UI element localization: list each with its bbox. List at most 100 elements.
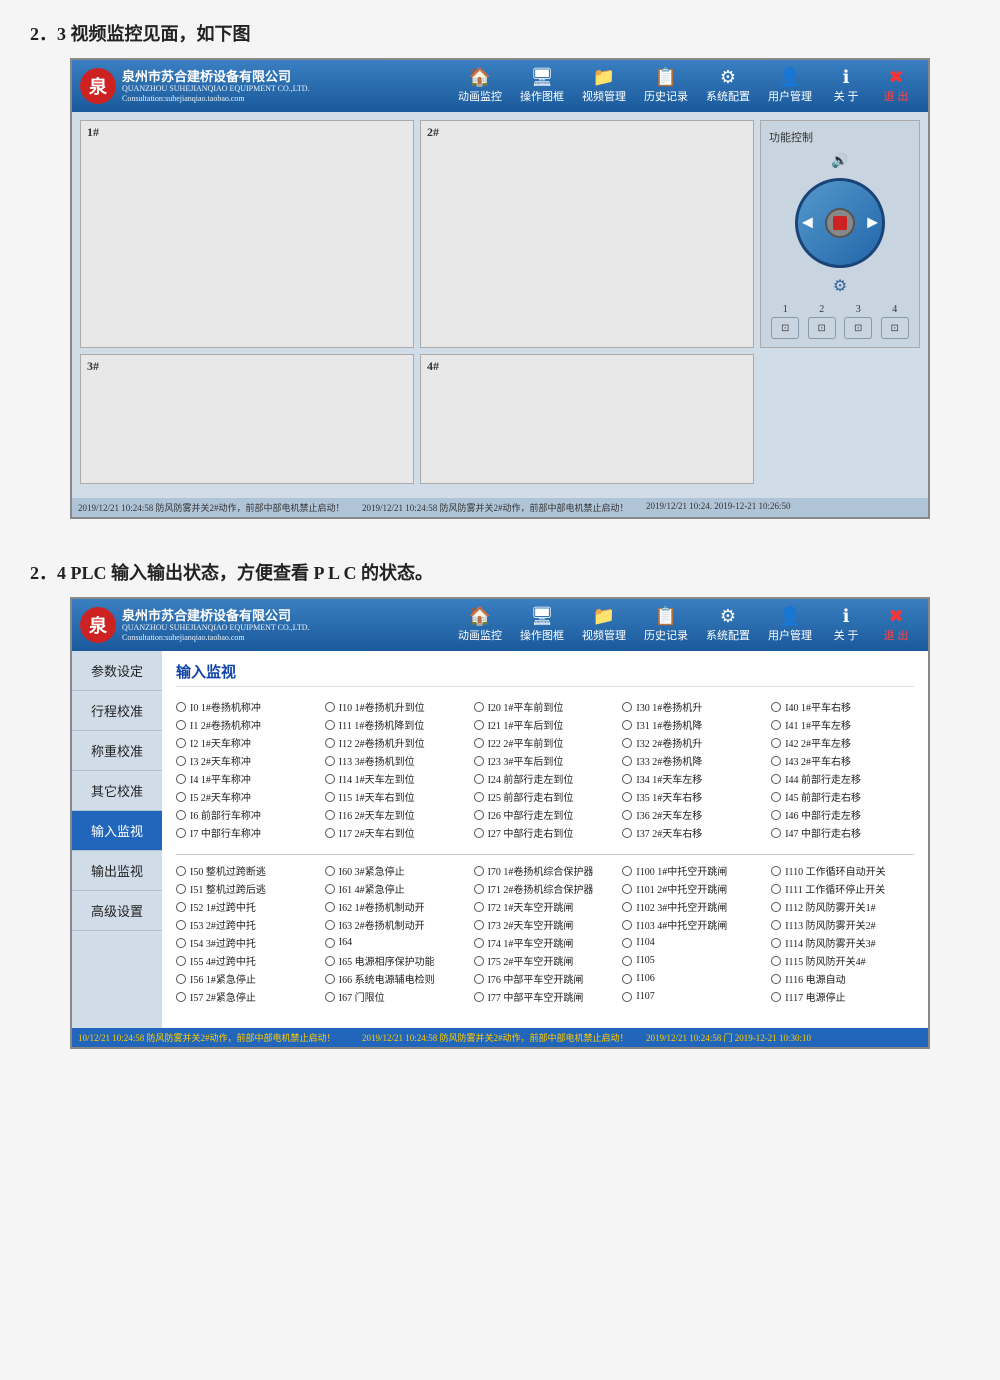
sidebar-item-advanced[interactable]: 高级设置 xyxy=(72,891,162,931)
io-dot-I17 xyxy=(325,828,335,838)
io-item-I43: I43 2#平车右移 xyxy=(771,753,914,768)
plc-nav-history[interactable]: 📋历史记录 xyxy=(636,603,696,647)
nav-settings[interactable]: ⚙系统配置 xyxy=(698,64,758,108)
plc-nav-donghua[interactable]: 🏠动画监控 xyxy=(450,603,510,647)
user-icon: 👤 xyxy=(779,68,801,86)
cam-btn-3[interactable]: ⊡ xyxy=(844,317,872,339)
io-dot-I73 xyxy=(474,920,484,930)
nav-settings-label: 系统配置 xyxy=(706,88,750,104)
io-item-I26: I26 中部行走左到位 xyxy=(474,807,617,822)
io-dot-I57 xyxy=(176,992,186,1002)
io-dot-I105 xyxy=(622,956,632,966)
io-item-I111: I111 工作循环停止开关 xyxy=(771,881,914,896)
io-item-I71: I71 2#卷扬机综合保护器 xyxy=(474,881,617,896)
io-label-I55: I55 4#过跨中托 xyxy=(190,953,256,968)
io-item-I107: I107 xyxy=(622,989,765,1004)
io-item-I62: I62 1#卷扬机制动开 xyxy=(325,899,468,914)
io-dot-I75 xyxy=(474,956,484,966)
nav-video-label: 视频管理 xyxy=(582,88,626,104)
clipboard-icon: 📋 xyxy=(655,68,677,86)
io-label-I40: I40 1#平车右移 xyxy=(785,699,851,714)
sidebar-item-canshu[interactable]: 参数设定 xyxy=(72,651,162,691)
io-item-I65: I65 电源相序保护功能 xyxy=(325,953,468,968)
io-dot-I41 xyxy=(771,720,781,730)
nav-about[interactable]: ℹ关 于 xyxy=(822,64,870,108)
io-dot-I37 xyxy=(622,828,632,838)
io-label-I66: I66 系统电源辅电检则 xyxy=(339,971,435,986)
io-item-I51: I51 整机过跨后逃 xyxy=(176,881,319,896)
ptz-left-arrow[interactable]: ◀ xyxy=(802,215,813,232)
io-label-I113: I113 防风防雾开关2# xyxy=(785,917,875,932)
cam-btn-2[interactable]: ⊡ xyxy=(808,317,836,339)
io-label-I106: I106 xyxy=(636,973,654,984)
io-dot-I51 xyxy=(176,884,186,894)
io-dot-I40 xyxy=(771,702,781,712)
plc-nav-users[interactable]: 👤用户管理 xyxy=(760,603,820,647)
io-item-I0: I0 1#卷扬机称冲 xyxy=(176,699,319,714)
ptz-ring[interactable]: ◀ ▶ xyxy=(795,178,885,268)
io-dot-I53 xyxy=(176,920,186,930)
plc-nav-settings[interactable]: ⚙系统配置 xyxy=(698,603,758,647)
nav-history[interactable]: 📋 历史记录 xyxy=(636,64,696,108)
io-item-I41: I41 1#平车左移 xyxy=(771,717,914,732)
nav-users[interactable]: 👤用户管理 xyxy=(760,64,820,108)
io-label-I17: I17 2#天车右到位 xyxy=(339,825,415,840)
plc-monitor-window: 泉 泉州市苏合建桥设备有限公司 QUANZHOU SUHEJIANQIAO EQ… xyxy=(70,597,930,1049)
nav-video[interactable]: 📁视频管理 xyxy=(574,64,634,108)
sidebar-item-qita[interactable]: 其它校准 xyxy=(72,771,162,811)
nav-exit[interactable]: ✖退 出 xyxy=(872,64,920,108)
io-dot-I101 xyxy=(622,884,632,894)
sidebar-item-xingcheng[interactable]: 行程校准 xyxy=(72,691,162,731)
io-label-I56: I56 1#紧急停止 xyxy=(190,971,256,986)
video-panel-3: 3# xyxy=(80,354,414,484)
io-dot-I27 xyxy=(474,828,484,838)
io-label-I51: I51 整机过跨后逃 xyxy=(190,881,266,896)
plc-main: 输入监视 I0 1#卷扬机称冲I10 1#卷扬机升到位I20 1#平车前到位I3… xyxy=(162,651,928,1028)
io-label-I5: I5 2#天车称冲 xyxy=(190,789,251,804)
info-icon: ℹ xyxy=(843,68,850,86)
io-label-I101: I101 2#中托空开跳闸 xyxy=(636,881,727,896)
ptz-control[interactable]: ◀ ▶ xyxy=(795,178,885,268)
io-label-I4: I4 1#平车称冲 xyxy=(190,771,251,786)
sidebar-item-output[interactable]: 输出监视 xyxy=(72,851,162,891)
io-dot-I66 xyxy=(325,974,335,984)
io-item-I45: I45 前部行走右移 xyxy=(771,789,914,804)
cam-num-1: 1 xyxy=(783,304,788,315)
ptz-right-arrow[interactable]: ▶ xyxy=(867,215,878,232)
plc-nav-caozuo[interactable]: 🖥操作图框 xyxy=(512,603,572,647)
sidebar-item-chengzhong[interactable]: 称重校准 xyxy=(72,731,162,771)
io-label-I2: I2 1#天车称冲 xyxy=(190,735,251,750)
plc-nav-about-label: 关 于 xyxy=(834,627,859,643)
io-item-I102: I102 3#中托空开跳闸 xyxy=(622,899,765,914)
video-panel-4-label: 4# xyxy=(427,359,439,374)
io-item-I31: I31 1#卷扬机降 xyxy=(622,717,765,732)
plc-nav-video[interactable]: 📁视频管理 xyxy=(574,603,634,647)
io-label-I31: I31 1#卷扬机降 xyxy=(636,717,702,732)
io-item-I76: I76 中部平车空开跳闸 xyxy=(474,971,617,986)
video-row2-spacer xyxy=(760,354,920,484)
io-item-I73: I73 2#天车空开跳闸 xyxy=(474,917,617,932)
plc-nav-exit[interactable]: ✖退 出 xyxy=(872,603,920,647)
nav-donghua[interactable]: 🏠动画监控 xyxy=(450,64,510,108)
nav-caozuo[interactable]: 🖥操作图框 xyxy=(512,64,572,108)
io-dot-I24 xyxy=(474,774,484,784)
io-label-I7: I7 中部行车称冲 xyxy=(190,825,261,840)
io-dot-I12 xyxy=(325,738,335,748)
ptz-gear-icon[interactable]: ⚙ xyxy=(833,276,847,296)
io-dot-I31 xyxy=(622,720,632,730)
io-label-I43: I43 2#平车右移 xyxy=(785,753,851,768)
io-item-I11: I11 1#卷扬机降到位 xyxy=(325,717,468,732)
plc-nav-about[interactable]: ℹ关 于 xyxy=(822,603,870,647)
io-dot-I110 xyxy=(771,866,781,876)
io-dot-I0 xyxy=(176,702,186,712)
cam-btn-1[interactable]: ⊡ xyxy=(771,317,799,339)
cam-btn-4[interactable]: ⊡ xyxy=(881,317,909,339)
io-label-I103: I103 4#中托空开跳闸 xyxy=(636,917,727,932)
nav-history-label: 历史记录 xyxy=(644,88,688,104)
io-label-I70: I70 1#卷扬机综合保护器 xyxy=(488,863,594,878)
io-item-I66: I66 系统电源辅电检则 xyxy=(325,971,468,986)
io-item-I75: I75 2#平车空开跳闸 xyxy=(474,953,617,968)
io-dot-I43 xyxy=(771,756,781,766)
sidebar-item-input[interactable]: 输入监视 xyxy=(72,811,162,851)
nav-donghua-label: 动画监控 xyxy=(458,88,502,104)
